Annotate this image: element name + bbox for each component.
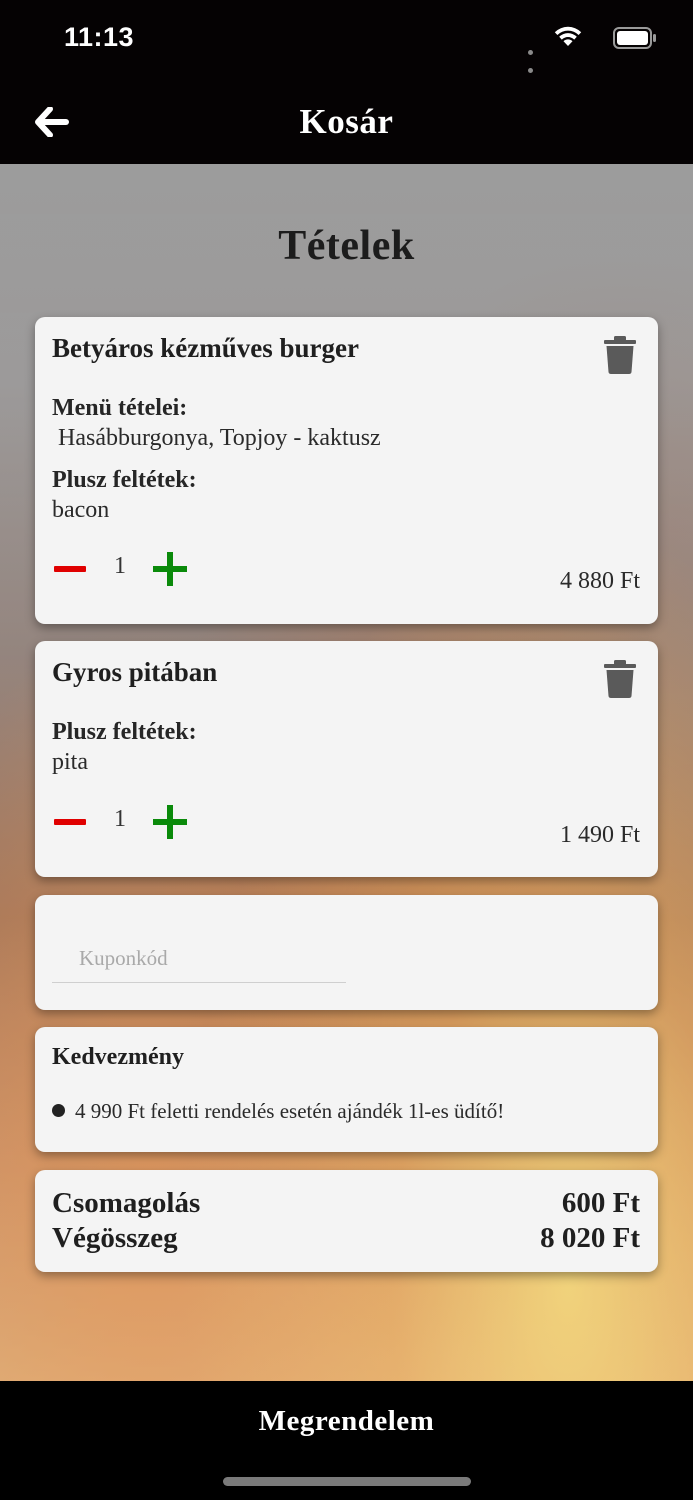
total-value: 8 020 Ft — [540, 1222, 640, 1254]
status-time: 11:13 — [64, 22, 135, 52]
nav-title: Kosár — [299, 102, 394, 141]
home-indicator — [223, 1477, 471, 1486]
extras-value: pita — [52, 749, 88, 775]
minus-icon — [54, 819, 86, 825]
quantity-value: 1 — [114, 553, 126, 579]
trash-icon[interactable] — [604, 659, 636, 699]
item-name: Betyáros kézműves burger — [52, 333, 359, 363]
place-order-button[interactable]: Megrendelem — [0, 1405, 693, 1449]
increase-quantity-button[interactable] — [152, 549, 188, 589]
minus-icon — [54, 566, 86, 572]
bullet-icon — [52, 1104, 65, 1117]
extras-label: Plusz feltétek: — [52, 467, 197, 493]
extras-label: Plusz feltétek: — [52, 719, 197, 745]
increase-quantity-button[interactable] — [152, 802, 188, 842]
quantity-stepper: 1 — [52, 549, 212, 589]
quantity-stepper: 1 — [52, 802, 212, 842]
coupon-code-input[interactable] — [52, 935, 346, 983]
coupon-card — [35, 895, 658, 1010]
quantity-value: 1 — [114, 806, 126, 832]
discount-item-text: 4 990 Ft feletti rendelés esetén ajándék… — [75, 1099, 505, 1123]
packaging-label: Csomagolás — [52, 1187, 201, 1219]
summary-card: Csomagolás 600 Ft Végösszeg 8 020 Ft — [35, 1170, 658, 1272]
bottom-bar: Megrendelem — [0, 1381, 693, 1500]
cart-content: Tételek Betyáros kézműves burger Menü té… — [0, 164, 693, 1381]
decrease-quantity-button[interactable] — [52, 802, 88, 842]
total-row: Végösszeg 8 020 Ft — [52, 1222, 640, 1255]
item-price: 1 490 Ft — [559, 822, 640, 848]
menu-items-value: Hasábburgonya, Topjoy - kaktusz — [58, 425, 381, 451]
discount-card: Kedvezmény 4 990 Ft feletti rendelés ese… — [35, 1027, 658, 1152]
packaging-row: Csomagolás 600 Ft — [52, 1187, 640, 1220]
battery-icon — [613, 27, 656, 49]
item-price: 4 880 Ft — [559, 568, 640, 594]
nav-bar: Kosár — [0, 80, 693, 164]
cart-item-card: Gyros pitában Plusz feltétek: pita 1 1 4… — [35, 641, 658, 877]
cart-item-card: Betyáros kézműves burger Menü tételei: H… — [35, 317, 658, 624]
packaging-value: 600 Ft — [561, 1187, 640, 1219]
decrease-quantity-button[interactable] — [52, 549, 88, 589]
page-title: Tételek — [278, 223, 415, 269]
wifi-icon — [554, 26, 582, 46]
menu-items-label: Menü tételei: — [52, 395, 188, 421]
trash-icon[interactable] — [604, 335, 636, 375]
extras-value: bacon — [52, 497, 110, 523]
total-label: Végösszeg — [52, 1222, 178, 1254]
discount-item: 4 990 Ft feletti rendelés esetén ajándék… — [52, 1099, 504, 1124]
item-name: Gyros pitában — [52, 657, 218, 687]
discount-title: Kedvezmény — [52, 1044, 184, 1070]
status-bar: 11:13 — [0, 0, 693, 109]
